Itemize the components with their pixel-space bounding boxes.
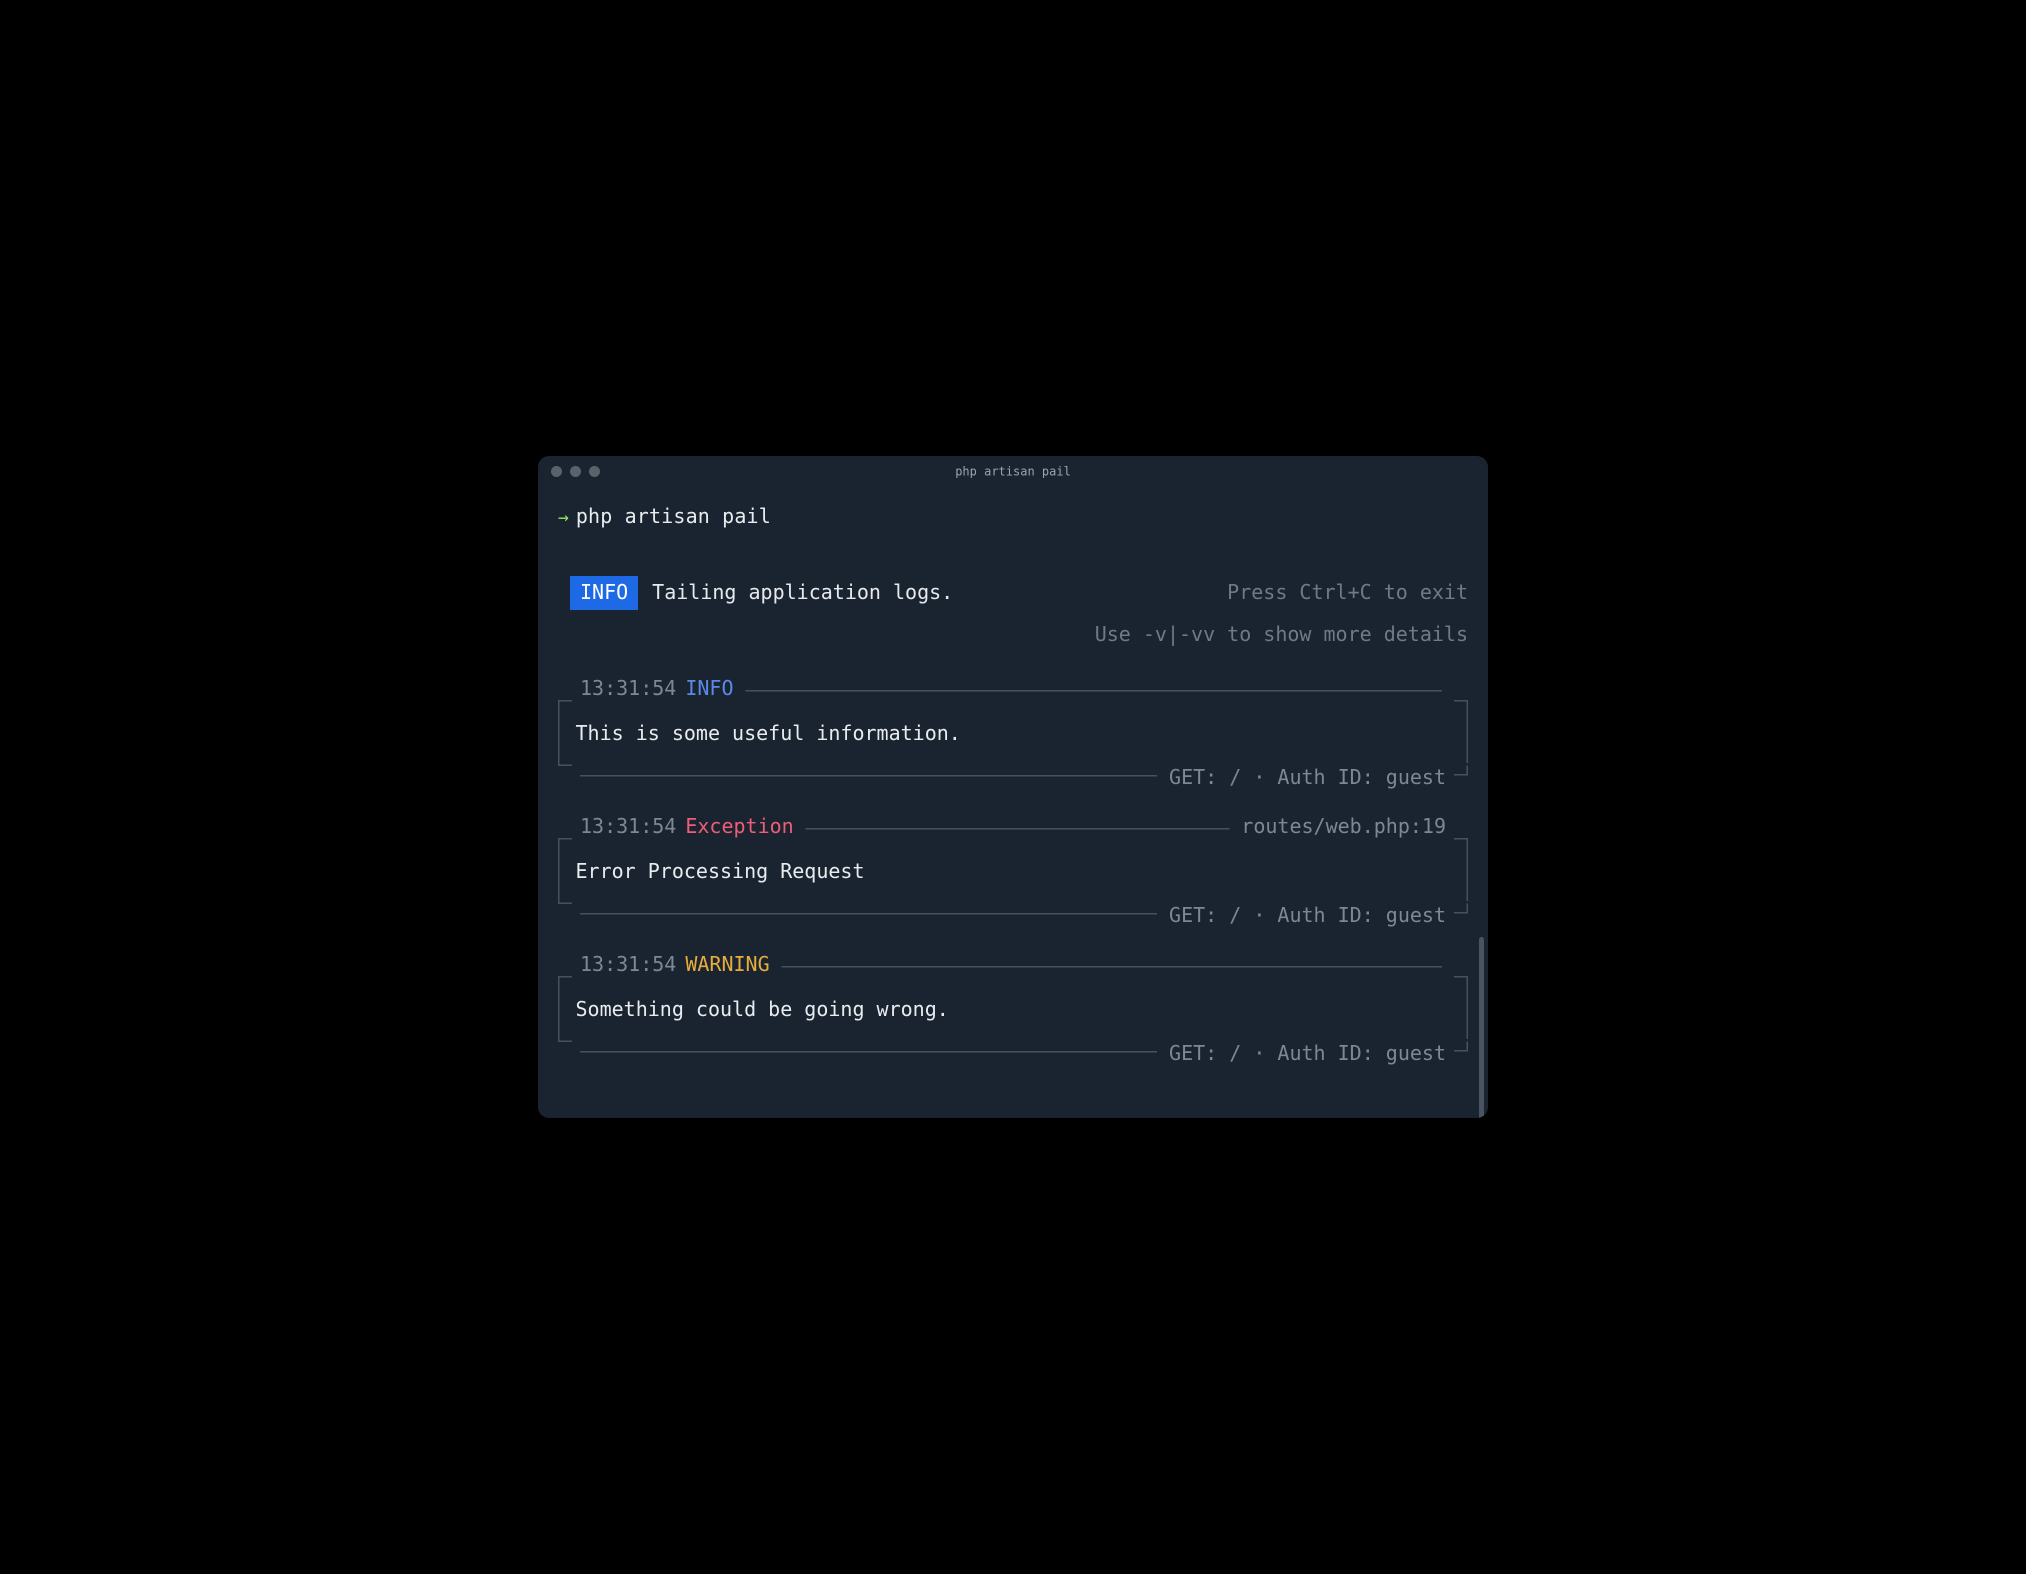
log-entry-header: 13:31:54 Exception routes/web.php:19 [558, 812, 1468, 841]
rule-line [580, 913, 1157, 915]
bracket-tl-icon [558, 976, 572, 986]
log-message: This is some useful information. [576, 719, 1451, 748]
tailing-text: Tailing application logs. [652, 578, 953, 607]
terminal-window: php artisan pail → php artisan pail INFO… [538, 456, 1488, 1118]
verbose-hint: Use -v|-vv to show more details [1095, 620, 1468, 649]
log-meta: GET: / · Auth ID: guest [1169, 1039, 1446, 1068]
bracket-bl-icon [558, 1032, 572, 1042]
rule-line [782, 966, 1442, 968]
log-entry: 13:31:54 WARNING Something could be going … [558, 950, 1468, 1068]
log-source: routes/web.php:19 [1241, 812, 1446, 841]
rule-line [745, 690, 1442, 692]
exit-hint: Press Ctrl+C to exit [1227, 578, 1468, 607]
log-timestamp: 13:31:54 [580, 812, 676, 841]
log-entry: 13:31:54 Exception routes/web.php:19 Error … [558, 812, 1468, 930]
log-entries: 13:31:54 INFO This is some useful informat… [558, 674, 1468, 1068]
bracket-tr-icon [1454, 838, 1468, 848]
bracket-tl-icon [558, 700, 572, 710]
scrollbar-thumb[interactable] [1479, 937, 1484, 1118]
log-entry-header: 13:31:54 WARNING [558, 950, 1468, 979]
close-icon[interactable] [551, 466, 562, 477]
rule-line [580, 1051, 1157, 1053]
log-entry-body: Error Processing Request [558, 840, 1468, 901]
log-entry-footer: GET: / · Auth ID: guest [558, 763, 1468, 792]
info-badge: INFO [570, 576, 638, 610]
prompt-command: php artisan pail [576, 502, 771, 531]
log-entry-footer: GET: / · Auth ID: guest [558, 1039, 1468, 1068]
scrollbar[interactable] [1478, 727, 1484, 1058]
titlebar: php artisan pail [538, 456, 1488, 487]
prompt-arrow-icon: → [558, 505, 569, 531]
bracket-tr-icon [1454, 976, 1468, 986]
log-entry-footer: GET: / · Auth ID: guest [558, 901, 1468, 930]
log-entry-header: 13:31:54 INFO [558, 674, 1468, 703]
log-timestamp: 13:31:54 [580, 674, 676, 703]
verbose-hint-row: Use -v|-vv to show more details [570, 620, 1468, 649]
log-meta: GET: / · Auth ID: guest [1169, 901, 1446, 930]
log-level: INFO [685, 674, 733, 703]
log-message: Something could be going wrong. [576, 995, 1451, 1024]
bracket-br-icon [1454, 904, 1468, 914]
window-title: php artisan pail [538, 465, 1488, 479]
log-level: WARNING [685, 950, 769, 979]
bracket-bl-icon [558, 894, 572, 904]
prompt-line: → php artisan pail [558, 502, 1468, 531]
bracket-tr-icon [1454, 700, 1468, 710]
log-timestamp: 13:31:54 [580, 950, 676, 979]
bracket-br-icon [1454, 766, 1468, 776]
log-level: Exception [685, 812, 793, 841]
log-entry: 13:31:54 INFO This is some useful informat… [558, 674, 1468, 792]
minimize-icon[interactable] [570, 466, 581, 477]
traffic-lights[interactable] [551, 466, 600, 477]
terminal-body[interactable]: → php artisan pail INFO Tailing applicat… [538, 487, 1488, 1068]
log-message: Error Processing Request [576, 857, 1451, 886]
bracket-bl-icon [558, 756, 572, 766]
log-meta: GET: / · Auth ID: guest [1169, 763, 1446, 792]
header-row: INFO Tailing application logs. Press Ctr… [570, 576, 1468, 610]
rule-line [580, 775, 1157, 777]
rule-line [806, 828, 1230, 830]
bracket-br-icon [1454, 1042, 1468, 1052]
log-entry-body: This is some useful information. [558, 702, 1468, 763]
bracket-tl-icon [558, 838, 572, 848]
log-entry-body: Something could be going wrong. [558, 978, 1468, 1039]
zoom-icon[interactable] [589, 466, 600, 477]
